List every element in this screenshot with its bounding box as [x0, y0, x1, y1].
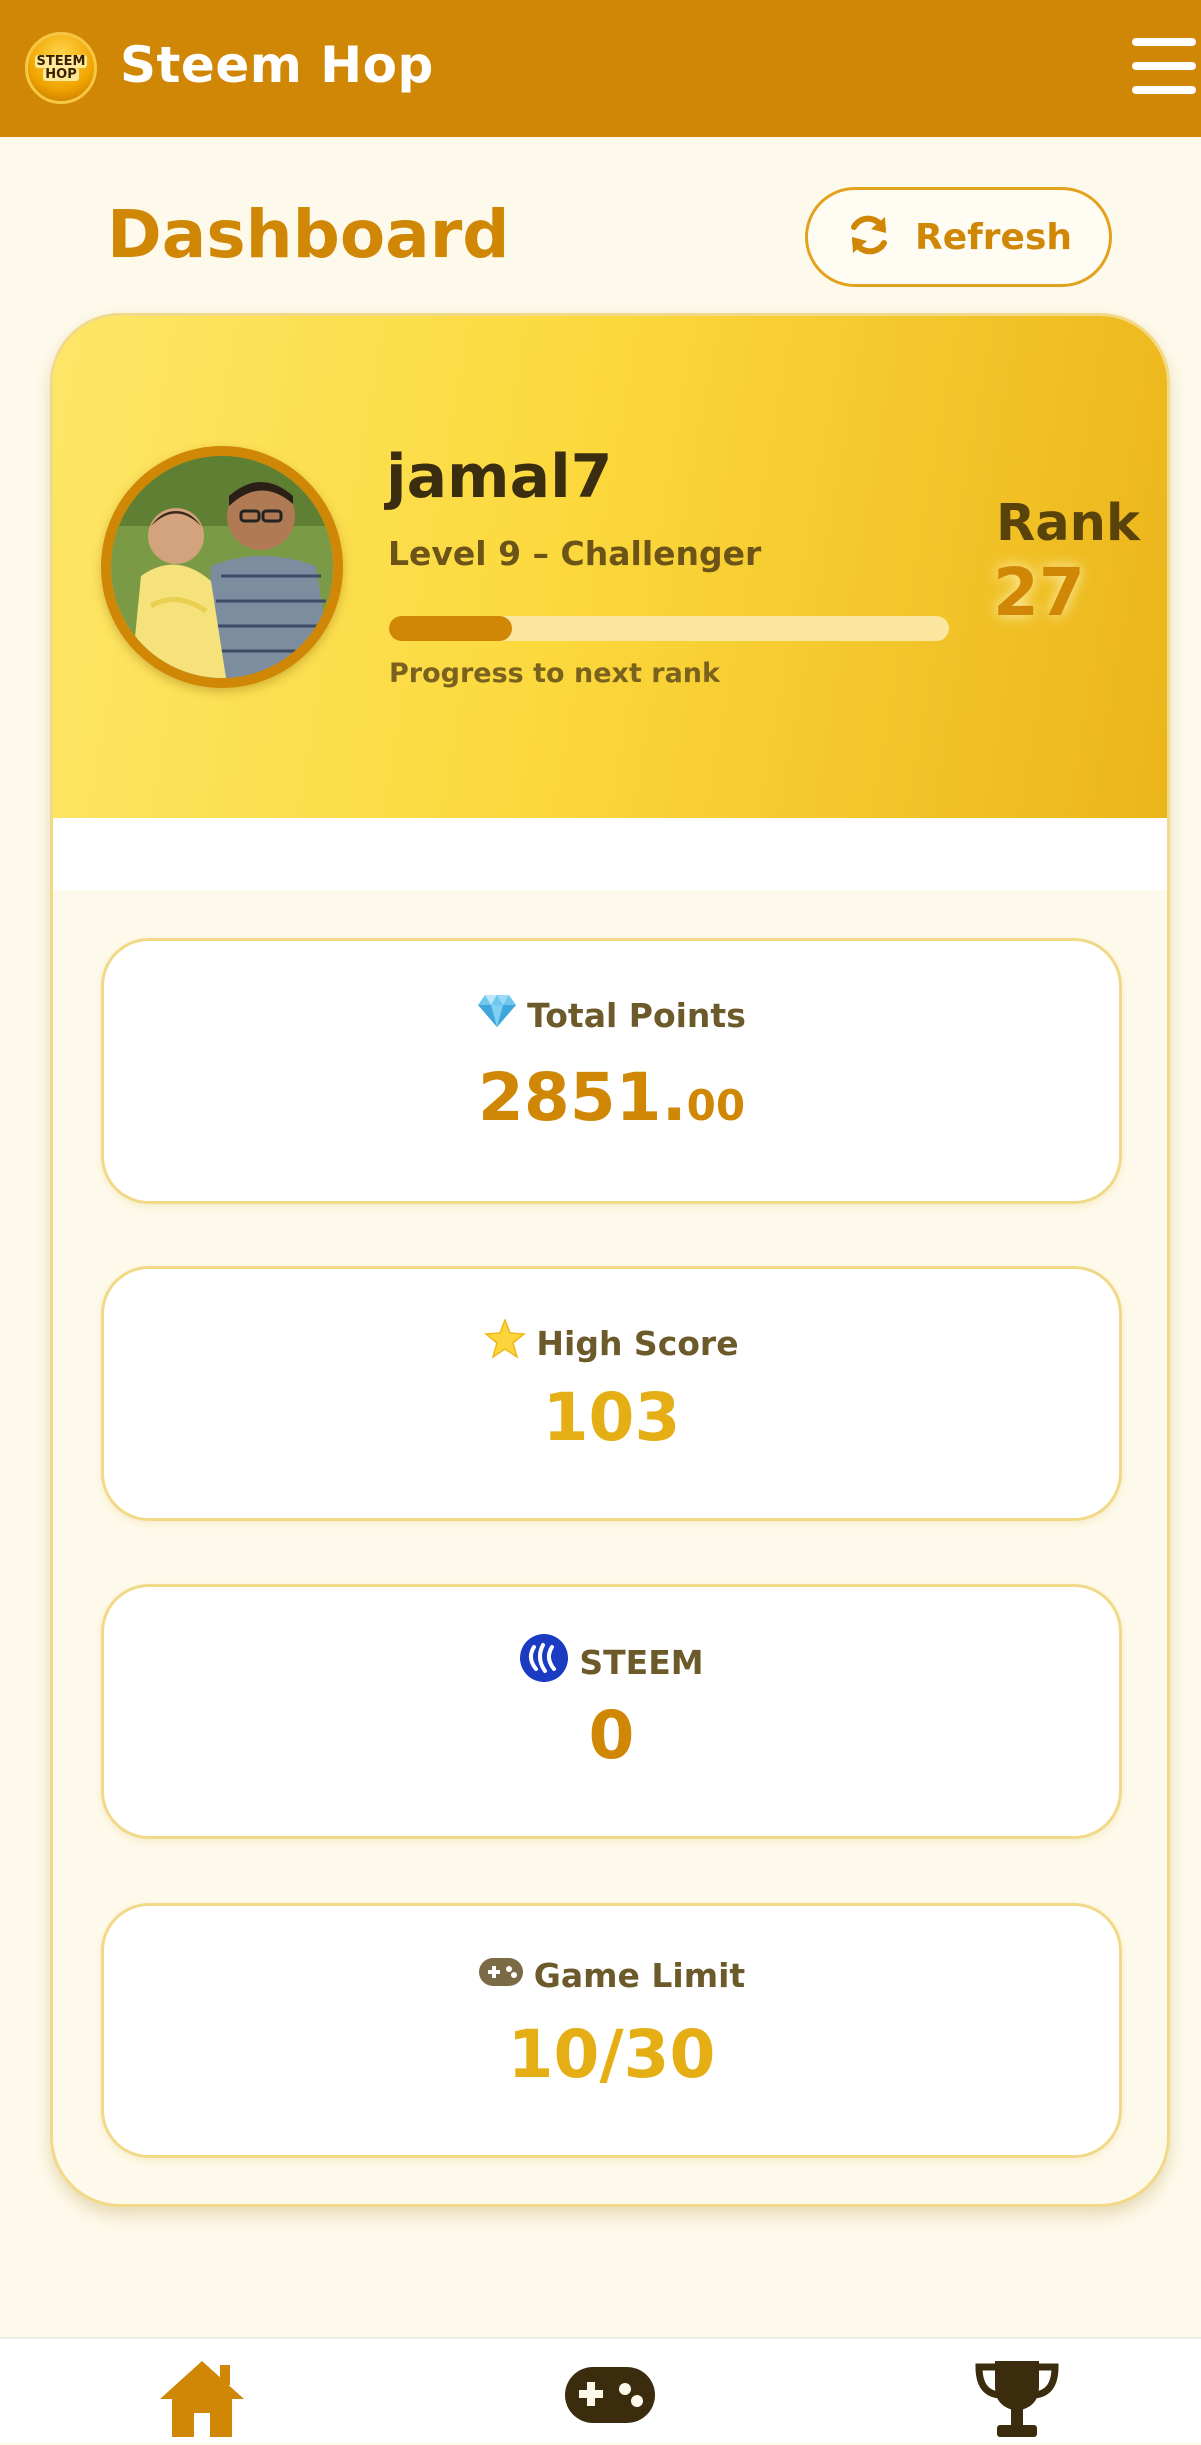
refresh-label: Refresh — [914, 216, 1073, 258]
stat-label: High Score — [536, 1323, 739, 1363]
rank-progress-bar — [389, 616, 949, 641]
stat-header: Total Points — [104, 993, 1119, 1037]
rank-value: 27 — [993, 554, 1085, 631]
profile-section: jamal7 Level 9 – Challenger Progress to … — [53, 316, 1167, 818]
gem-icon — [477, 993, 517, 1037]
rank-progress-fill — [389, 616, 513, 641]
refresh-button[interactable]: Refresh — [805, 187, 1112, 287]
stat-header: Game Limit — [104, 1956, 1119, 1995]
sync-icon — [845, 211, 893, 263]
app-logo[interactable]: STEEM HOP — [25, 32, 97, 104]
stat-label: Game Limit — [533, 1956, 746, 1995]
steem-logo-icon — [519, 1633, 569, 1691]
app-header: STEEM HOP Steem Hop — [0, 0, 1201, 137]
app-title: Steem Hop — [120, 36, 434, 94]
stat-label: STEEM — [579, 1642, 704, 1682]
trophy-icon[interactable] — [975, 2357, 1059, 2445]
bottom-nav — [0, 2337, 1201, 2443]
stat-card-high-score: High Score 103 — [101, 1266, 1122, 1521]
logo-text-bottom: HOP — [43, 67, 79, 82]
rank-label: Rank — [996, 494, 1140, 553]
avatar-photo — [111, 456, 333, 678]
total-points-int: 2851. — [477, 1059, 687, 1136]
high-score-value: 103 — [542, 1379, 681, 1456]
stat-header: STEEM — [104, 1633, 1119, 1691]
stat-header: High Score — [104, 1317, 1119, 1367]
stat-card-steem: STEEM 0 — [101, 1584, 1122, 1839]
stat-label: Total Points — [527, 995, 746, 1035]
gamepad-icon[interactable] — [563, 2357, 657, 2431]
total-points-value: 2851.00 — [104, 1059, 1119, 1136]
game-limit-value: 10/30 — [507, 2016, 716, 2093]
divider-band — [53, 818, 1167, 890]
home-icon[interactable] — [158, 2357, 246, 2441]
stat-card-game-limit: Game Limit 10/30 — [101, 1903, 1122, 2158]
avatar — [101, 446, 343, 688]
dashboard-card: jamal7 Level 9 – Challenger Progress to … — [50, 313, 1170, 2207]
page-title: Dashboard — [107, 196, 510, 273]
username: jamal7 — [386, 442, 613, 512]
gamepad-icon — [478, 1956, 524, 1995]
stat-card-total-points: Total Points 2851.00 — [101, 938, 1122, 1204]
level-text: Level 9 – Challenger — [388, 534, 762, 573]
progress-label: Progress to next rank — [389, 658, 720, 689]
steem-value: 0 — [588, 1697, 635, 1774]
star-icon — [484, 1317, 527, 1367]
total-points-decimal: 00 — [686, 1081, 746, 1130]
hamburger-menu-icon[interactable] — [1132, 38, 1196, 94]
